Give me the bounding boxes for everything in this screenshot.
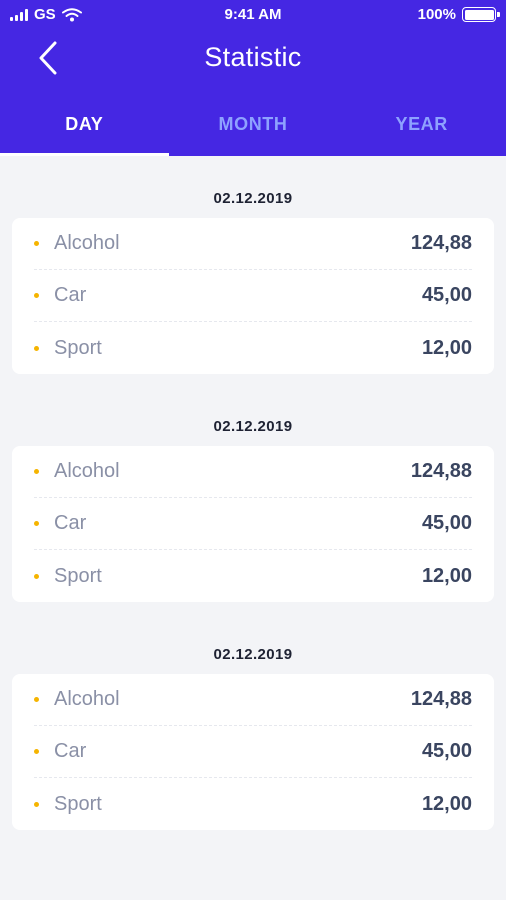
bullet-icon [34,573,39,579]
expense-row[interactable]: Sport 12,00 [34,322,472,374]
category-label: Car [54,284,87,306]
tab-day[interactable]: DAY [0,100,169,156]
amount-value: 124,88 [410,232,472,254]
amount-value: 45,00 [421,512,472,534]
nav-bar: Statistic [0,30,506,88]
expense-row[interactable]: Alcohol 124,88 [34,446,472,498]
statistics-list: 02.12.2019 Alcohol 124,88 Car 45,00 Spor… [0,156,506,830]
bullet-icon [34,345,39,351]
amount-value: 12,00 [421,336,472,359]
group-date: 02.12.2019 [213,418,293,435]
amount-value: 124,88 [410,688,472,710]
expense-card: Alcohol 124,88 Car 45,00 Sport 12,00 [12,446,494,602]
expense-row[interactable]: Sport 12,00 [34,778,472,830]
bullet-icon [34,801,39,807]
row-label: Sport [34,793,102,816]
category-label: Alcohol [54,688,120,710]
expense-row[interactable]: Car 45,00 [34,270,472,322]
bullet-icon [34,697,39,702]
row-label: Alcohol [34,688,120,711]
category-label: Car [54,740,87,762]
expense-card: Alcohol 124,88 Car 45,00 Sport 12,00 [12,674,494,830]
page-title: Statistic [204,42,302,72]
category-label: Sport [54,792,102,815]
bullet-icon [34,469,39,474]
day-group: 02.12.2019 Alcohol 124,88 Car 45,00 Spor… [0,156,506,374]
bullet-icon [34,293,39,298]
expense-row[interactable]: Car 45,00 [34,726,472,778]
category-label: Alcohol [54,232,120,254]
header: GS 9:41 AM 100% Statistic DAY MONTH YEAR [0,0,506,156]
app-screen: GS 9:41 AM 100% Statistic DAY MONTH YEAR… [0,0,506,900]
row-label: Alcohol [34,460,120,483]
amount-value: 45,00 [421,284,472,306]
row-label: Car [34,512,86,535]
battery-percent: 100% [417,6,456,23]
category-label: Alcohol [54,460,120,482]
category-label: Sport [54,564,102,587]
row-label: Sport [34,565,102,588]
bullet-icon [34,521,39,526]
expense-card: Alcohol 124,88 Car 45,00 Sport 12,00 [12,218,494,374]
expense-row[interactable]: Sport 12,00 [34,550,472,602]
group-date: 02.12.2019 [213,190,293,207]
bullet-icon [34,241,39,246]
amount-value: 124,88 [410,460,472,482]
group-date: 02.12.2019 [213,646,293,663]
expense-row[interactable]: Alcohol 124,88 [34,674,472,726]
row-label: Car [34,284,86,307]
category-label: Car [54,512,87,534]
battery-icon [462,7,500,22]
status-bar: GS 9:41 AM 100% [0,0,506,30]
tab-month[interactable]: MONTH [169,100,338,156]
bullet-icon [34,749,39,754]
amount-value: 45,00 [421,740,472,762]
tab-year[interactable]: YEAR [337,100,506,156]
amount-value: 12,00 [421,792,472,815]
row-label: Sport [34,337,102,360]
category-label: Sport [54,336,102,359]
status-right: 100% [417,6,500,23]
period-tabs: DAY MONTH YEAR [0,100,506,156]
expense-row[interactable]: Car 45,00 [34,498,472,550]
day-group: 02.12.2019 Alcohol 124,88 Car 45,00 Spor… [0,602,506,830]
day-group: 02.12.2019 Alcohol 124,88 Car 45,00 Spor… [0,374,506,602]
amount-value: 12,00 [421,564,472,587]
row-label: Car [34,740,86,763]
row-label: Alcohol [34,232,120,255]
expense-row[interactable]: Alcohol 124,88 [34,218,472,270]
